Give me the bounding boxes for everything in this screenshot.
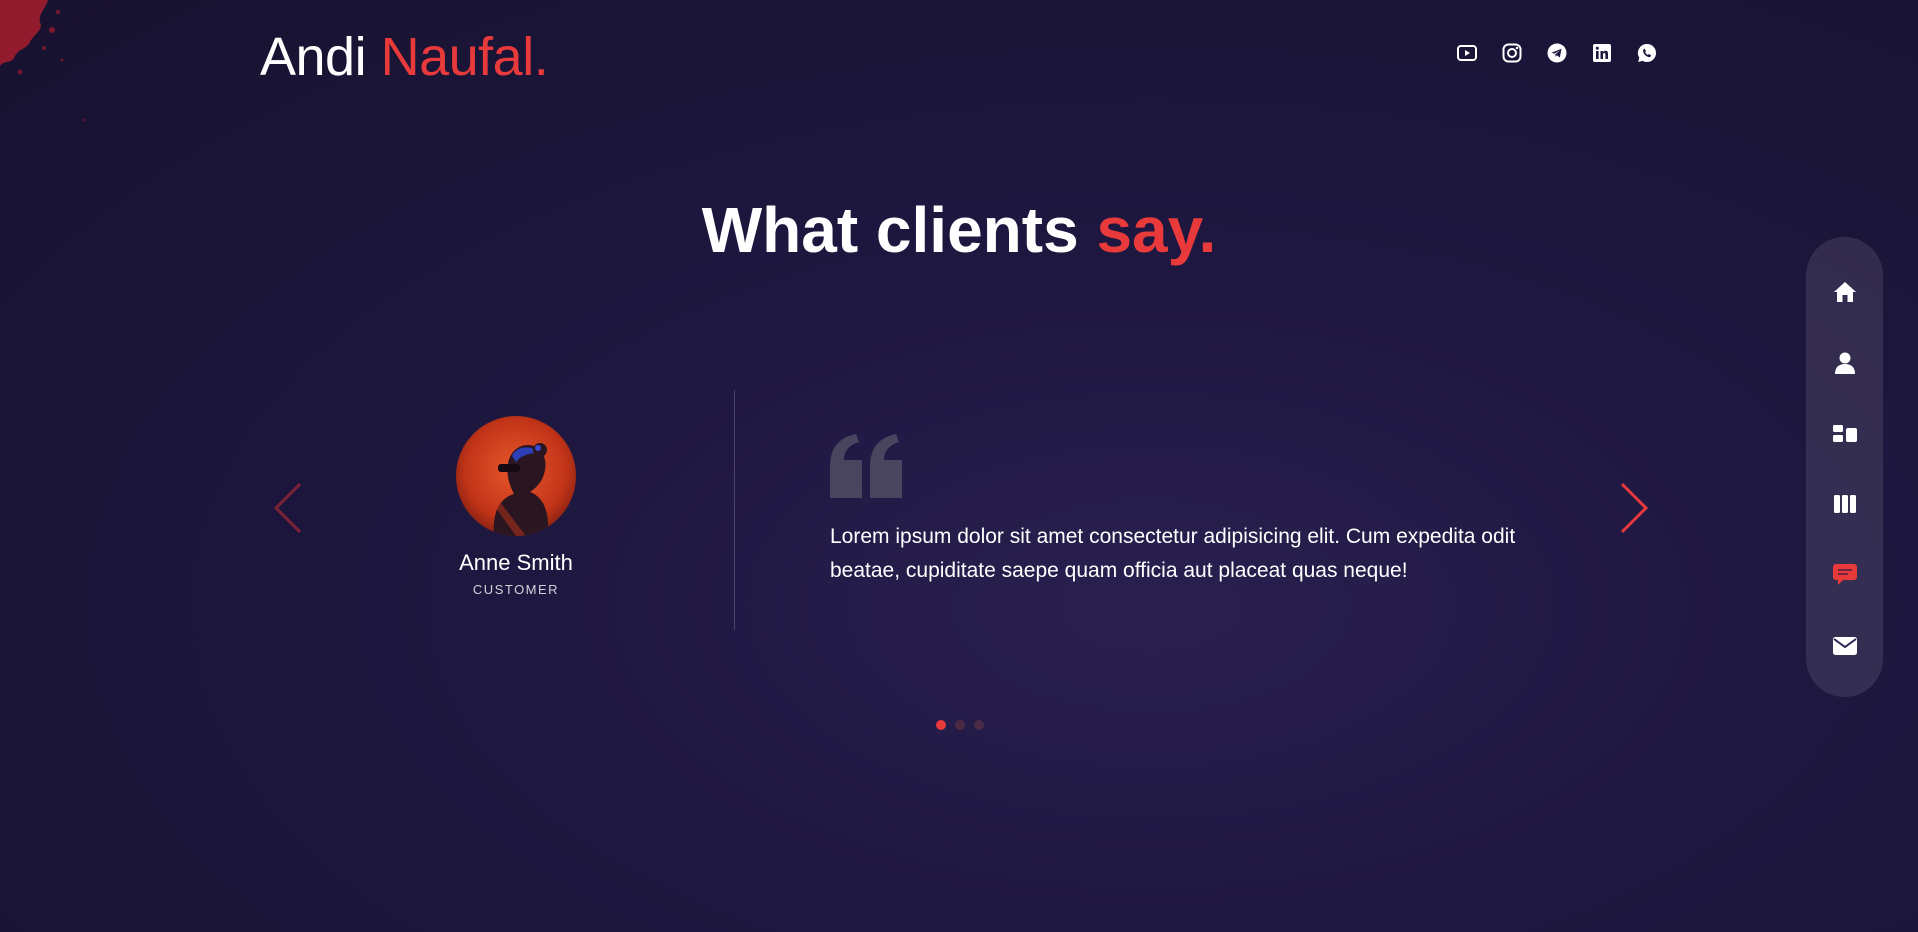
linkedin-icon[interactable] bbox=[1591, 42, 1613, 64]
social-links bbox=[1456, 42, 1658, 64]
youtube-icon[interactable] bbox=[1456, 42, 1478, 64]
section-title: What clients say. bbox=[0, 190, 1918, 270]
brand-logo[interactable]: Andi Naufal. bbox=[260, 22, 549, 92]
carousel-next-button[interactable] bbox=[1616, 480, 1652, 536]
nav-item-portfolio[interactable] bbox=[1825, 485, 1865, 524]
section-title-accent: say. bbox=[1096, 194, 1217, 266]
nav-item-home[interactable] bbox=[1825, 273, 1865, 312]
testimonials-icon bbox=[1832, 564, 1857, 586]
instagram-icon[interactable] bbox=[1501, 42, 1523, 64]
home-icon bbox=[1833, 282, 1856, 303]
paint-splatter-decoration bbox=[0, 0, 86, 122]
portfolio-icon bbox=[1833, 495, 1856, 514]
carousel-prev-button[interactable] bbox=[270, 480, 306, 536]
section-title-main: What clients bbox=[701, 194, 1079, 266]
testimonial-profile: Anne Smith CUSTOMER bbox=[440, 416, 592, 597]
telegram-icon[interactable] bbox=[1546, 42, 1568, 64]
nav-item-services[interactable] bbox=[1825, 414, 1865, 453]
user-icon bbox=[1834, 352, 1855, 374]
pagination-dot-3[interactable] bbox=[974, 720, 984, 730]
nav-item-testimonials[interactable] bbox=[1825, 556, 1865, 595]
whatsapp-icon[interactable] bbox=[1636, 42, 1658, 64]
avatar bbox=[456, 416, 576, 536]
client-role: CUSTOMER bbox=[472, 582, 560, 597]
mail-icon bbox=[1832, 636, 1857, 655]
nav-item-contact[interactable] bbox=[1825, 626, 1865, 665]
side-navigation bbox=[1806, 237, 1883, 697]
brand-last-name: Naufal. bbox=[380, 27, 549, 87]
pagination-dot-2[interactable] bbox=[955, 720, 965, 730]
brand-first-name: Andi bbox=[260, 27, 367, 87]
services-icon bbox=[1832, 424, 1857, 442]
pagination-dot-1[interactable] bbox=[936, 720, 946, 730]
quote-icon bbox=[830, 434, 904, 502]
nav-item-about[interactable] bbox=[1825, 344, 1865, 383]
testimonial-quote: Lorem ipsum dolor sit amet consectetur a… bbox=[830, 525, 1516, 582]
chevron-left-icon bbox=[273, 482, 302, 534]
chevron-right-icon bbox=[1620, 482, 1649, 534]
client-name: Anne Smith bbox=[459, 550, 573, 575]
carousel-pagination bbox=[936, 720, 984, 730]
vertical-divider bbox=[734, 390, 735, 630]
